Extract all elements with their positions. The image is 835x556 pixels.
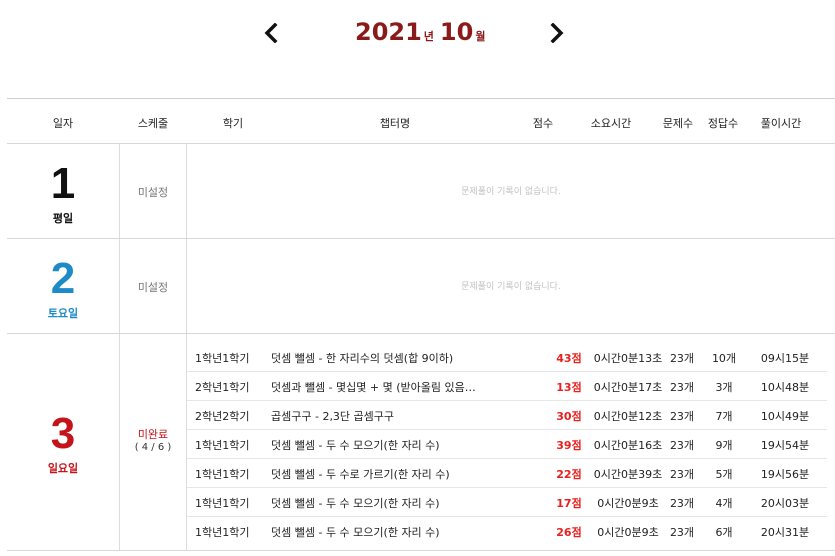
- day-number: 1: [50, 159, 76, 208]
- question-count-cell: 23개: [669, 381, 695, 394]
- chevron-left-icon: [264, 23, 278, 43]
- solve-time-cell: 20시31분: [760, 526, 810, 539]
- year-value: 2021: [355, 18, 422, 46]
- correct-count-cell: 7개: [715, 410, 733, 423]
- correct-count-cell: 5개: [715, 468, 733, 481]
- correct-count-cell: 4개: [715, 497, 733, 510]
- day-row: 1 평일 미설정 문제풀이 기록이 없습니다.: [7, 144, 835, 239]
- prev-month-button[interactable]: [256, 18, 286, 48]
- schedule-status: 미설정: [137, 186, 169, 199]
- chevron-right-icon: [550, 23, 564, 43]
- question-count-cell: 23개: [669, 439, 695, 452]
- day-type: 토요일: [47, 307, 79, 320]
- table-row[interactable]: 1학년1학기 덧셈 뺄셈 - 두 수 모으기(한 자리 수) 39점 0시간0분16초…: [187, 429, 827, 459]
- semester-cell: 2학년2학기: [195, 410, 250, 423]
- header-questions: 문제수: [662, 117, 694, 130]
- semester-cell: 1학년1학기: [195, 526, 250, 539]
- table-row[interactable]: 1학년1학기 덧셈 뺄셈 - 한 자리수의 덧셈(합 9이하) 43점 0시간0분13…: [187, 342, 827, 372]
- correct-count-cell: 3개: [715, 381, 733, 394]
- semester-cell: 2학년1학기: [195, 381, 250, 394]
- table-row[interactable]: 2학년1학기 덧셈과 뺄셈 - 몇십몇 + 몇 (받아올림 있음… 13점 0시간0분…: [187, 371, 827, 401]
- correct-count-cell: 10개: [711, 352, 737, 365]
- table-row[interactable]: 1학년1학기 덧셈 뺄셈 - 두 수로 가르기(한 자리 수) 22점 0시간0분39…: [187, 458, 827, 488]
- header-score: 점수: [532, 117, 554, 130]
- schedule-progress: ( 4 / 6 ): [134, 442, 172, 453]
- solve-time-cell: 10시49분: [760, 410, 810, 423]
- header-solve-time: 풀이시간: [760, 117, 802, 130]
- chapter-cell: 곱셈구구 - 2,3단 곱셈구구: [271, 410, 395, 423]
- empty-record-message: 문제풀이 기록이 없습니다.: [461, 282, 561, 292]
- month-title: 2021 년 10 월: [355, 18, 485, 52]
- schedule-cell: 미설정: [120, 144, 187, 238]
- semester-cell: 1학년1학기: [195, 497, 250, 510]
- chapter-cell: 덧셈 뺄셈 - 두 수 모으기(한 자리 수): [271, 439, 440, 452]
- year-unit: 년: [423, 30, 434, 43]
- header-elapsed: 소요시간: [590, 117, 632, 130]
- schedule-cell: 미설정: [120, 239, 187, 333]
- chapter-cell: 덧셈과 뺄셈 - 몇십몇 + 몇 (받아올림 있음…: [271, 381, 476, 394]
- solve-time-cell: 19시56분: [760, 468, 810, 481]
- table-row[interactable]: 1학년1학기 덧셈 뺄셈 - 두 수 모으기(한 자리 수) 17점 0시간0분9초 2…: [187, 487, 827, 517]
- date-cell: 3 일요일: [7, 334, 120, 550]
- chapter-cell: 덧셈 뺄셈 - 두 수 모으기(한 자리 수): [271, 526, 440, 539]
- day-type: 평일: [52, 212, 74, 225]
- date-cell: 2 토요일: [7, 239, 120, 333]
- day-row: 3 일요일 미완료 ( 4 / 6 ) 1학년1학기 덧셈 뺄셈 - 한 자리수의…: [7, 334, 835, 551]
- solve-time-cell: 20시03분: [760, 497, 810, 510]
- semester-cell: 1학년1학기: [195, 352, 250, 365]
- calendar-table: 일자 스케줄 학기 챕터명 점수 소요시간 문제수 정답수 풀이시간 1 평일 …: [7, 98, 835, 551]
- schedule-cell: 미완료 ( 4 / 6 ): [120, 334, 187, 550]
- table-row[interactable]: 1학년1학기 덧셈 뺄셈 - 두 수 모으기(한 자리 수) 26점 0시간0분9초 2…: [187, 516, 827, 545]
- chapter-cell: 덧셈 뺄셈 - 한 자리수의 덧셈(합 9이하): [271, 352, 454, 365]
- question-count-cell: 23개: [669, 526, 695, 539]
- header-correct: 정답수: [707, 117, 739, 130]
- solve-time-cell: 19시54분: [760, 439, 810, 452]
- chapter-cell: 덧셈 뺄셈 - 두 수 모으기(한 자리 수): [271, 497, 440, 510]
- schedule-status: 미완료: [137, 428, 169, 441]
- question-count-cell: 23개: [669, 468, 695, 481]
- chapter-cell: 덧셈 뺄셈 - 두 수로 가르기(한 자리 수): [271, 468, 450, 481]
- next-month-button[interactable]: [542, 18, 572, 48]
- correct-count-cell: 6개: [715, 526, 733, 539]
- table-header: 일자 스케줄 학기 챕터명 점수 소요시간 문제수 정답수 풀이시간: [7, 99, 835, 144]
- day-row: 2 토요일 미설정 문제풀이 기록이 없습니다.: [7, 239, 835, 334]
- header-date: 일자: [52, 117, 74, 130]
- solve-time-cell: 09시15분: [760, 352, 810, 365]
- header-schedule: 스케줄: [137, 117, 169, 130]
- day-type: 일요일: [47, 462, 79, 475]
- table-row[interactable]: 2학년2학기 곱셈구구 - 2,3단 곱셈구구 30점 0시간0분12초 23개 7개 10…: [187, 400, 827, 430]
- question-count-cell: 23개: [669, 352, 695, 365]
- month-navigation: 2021 년 10 월: [0, 0, 835, 70]
- correct-count-cell: 9개: [715, 439, 733, 452]
- date-cell: 1 평일: [7, 144, 120, 238]
- month-unit: 월: [475, 30, 486, 43]
- day-number: 3: [50, 409, 76, 458]
- schedule-status: 미설정: [137, 281, 169, 294]
- header-chapter: 챕터명: [379, 117, 411, 130]
- question-count-cell: 23개: [669, 410, 695, 423]
- empty-record-message: 문제풀이 기록이 없습니다.: [461, 187, 561, 197]
- month-value: 10: [439, 18, 474, 46]
- day-number: 2: [50, 254, 76, 303]
- question-count-cell: 23개: [669, 497, 695, 510]
- solve-time-cell: 10시48분: [760, 381, 810, 394]
- semester-cell: 1학년1학기: [195, 468, 250, 481]
- semester-cell: 1학년1학기: [195, 439, 250, 452]
- header-semester: 학기: [222, 117, 244, 130]
